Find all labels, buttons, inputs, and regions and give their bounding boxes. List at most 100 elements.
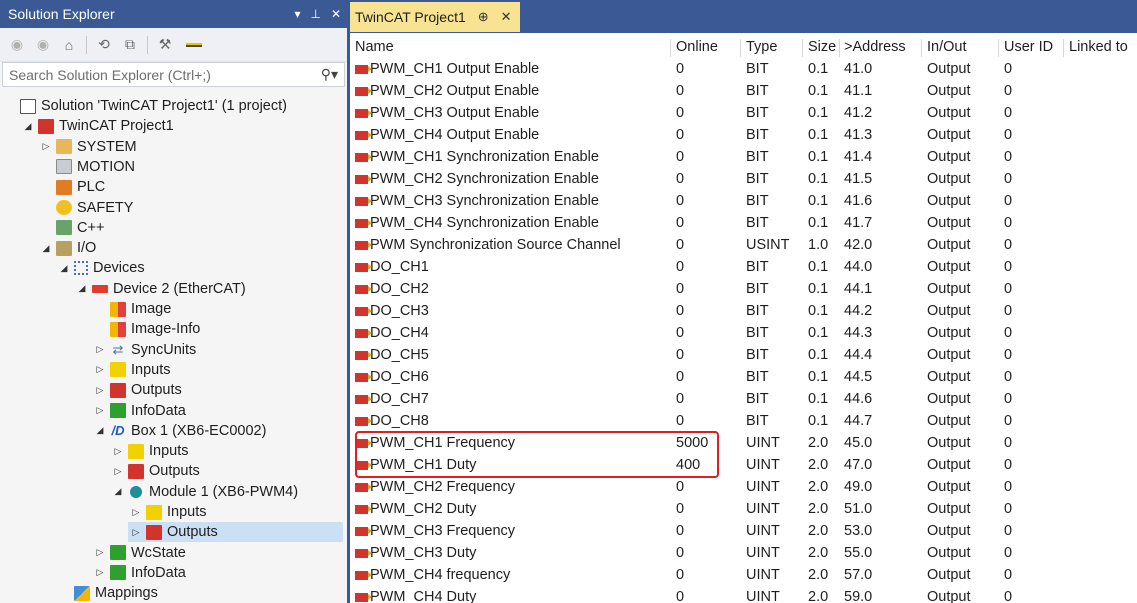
- table-row[interactable]: DO_CH1 0 BIT 0.1 44.0 Output 0: [350, 256, 1137, 278]
- tree-node[interactable]: SAFETY: [40, 198, 133, 218]
- table-row[interactable]: PWM_CH3 Output Enable 0 BIT 0.1 41.2 Output 0: [350, 102, 1137, 124]
- table-row[interactable]: PWM_CH2 Duty 0 UINT 2.0 51.0 Output 0: [350, 498, 1137, 520]
- tree-node[interactable]: ◢ Module 1 (XB6-PWM4): [112, 482, 299, 502]
- collapse-icon[interactable]: ⧉: [121, 36, 139, 53]
- back-icon[interactable]: ◉: [8, 36, 26, 53]
- tree-node[interactable]: ◢ TwinCAT Project1: [22, 116, 174, 136]
- expand-arrow-icon[interactable]: ▷: [40, 141, 52, 152]
- expand-arrow-icon[interactable]: ▷: [130, 527, 142, 538]
- tree-node[interactable]: Image-Info: [94, 319, 200, 339]
- tree-node[interactable]: Image: [94, 299, 171, 319]
- column-header-type[interactable]: Type: [746, 36, 777, 58]
- expand-arrow-icon[interactable]: ▷: [94, 385, 106, 396]
- tab-close-icon[interactable]: ✕: [501, 9, 512, 25]
- table-row[interactable]: DO_CH6 0 BIT 0.1 44.5 Output 0: [350, 366, 1137, 388]
- tree-node[interactable]: ▷ Inputs: [94, 360, 171, 380]
- tree-node[interactable]: ▷ InfoData: [94, 563, 186, 583]
- expand-arrow-icon[interactable]: ▷: [94, 405, 106, 416]
- table-row[interactable]: PWM_CH4 Output Enable 0 BIT 0.1 41.3 Output 0: [350, 124, 1137, 146]
- cell-size: 0.1: [808, 259, 829, 275]
- column-header-inout[interactable]: In/Out: [927, 36, 967, 58]
- expand-arrow-icon[interactable]: ▷: [94, 547, 106, 558]
- search-icon[interactable]: ⚲▾: [321, 66, 338, 83]
- tree-node[interactable]: ▷ InfoData: [94, 401, 186, 421]
- tree-node[interactable]: ◢ Devices: [58, 258, 145, 278]
- table-row[interactable]: DO_CH2 0 BIT 0.1 44.1 Output 0: [350, 278, 1137, 300]
- collapse-arrow-icon[interactable]: ◢: [94, 425, 106, 436]
- tree-node[interactable]: C++: [40, 218, 104, 238]
- history-icon[interactable]: ⟲: [95, 36, 113, 53]
- expand-arrow-icon[interactable]: ▷: [130, 507, 142, 518]
- table-row[interactable]: DO_CH7 0 BIT 0.1 44.6 Output 0: [350, 388, 1137, 410]
- column-header-userid[interactable]: User ID: [1004, 36, 1053, 58]
- table-row[interactable]: PWM_CH1 Duty 400 UINT 2.0 47.0 Output 0: [350, 454, 1137, 476]
- tree-node[interactable]: ◢ Device 2 (EtherCAT): [76, 279, 246, 299]
- tab-twincat-project1[interactable]: TwinCAT Project1 ⊕ ✕: [350, 2, 520, 32]
- table-row[interactable]: PWM Synchronization Source Channel 0 USINT…: [350, 234, 1137, 256]
- cpp-icon: [56, 220, 72, 236]
- tab-pin-icon[interactable]: ⊕: [478, 9, 489, 25]
- forward-icon[interactable]: ◉: [34, 36, 52, 53]
- home-icon[interactable]: ⌂: [60, 37, 78, 53]
- table-row[interactable]: PWM_CH1 Frequency 5000 UINT 2.0 45.0 Output 0: [350, 432, 1137, 454]
- tree-node[interactable]: ▷ Outputs: [112, 461, 200, 481]
- table-row[interactable]: PWM_CH2 Synchronization Enable 0 BIT 0.1 41.…: [350, 168, 1137, 190]
- column-header-online[interactable]: Online: [676, 36, 718, 58]
- tree-node[interactable]: PLC: [40, 177, 105, 197]
- cell-name: PWM_CH1 Duty: [355, 454, 476, 476]
- cell-inout: Output: [927, 171, 971, 187]
- expand-arrow-icon[interactable]: ▷: [94, 364, 106, 375]
- table-row[interactable]: PWM_CH2 Output Enable 0 BIT 0.1 41.1 Output 0: [350, 80, 1137, 102]
- table-row[interactable]: PWM_CH3 Synchronization Enable 0 BIT 0.1 41.…: [350, 190, 1137, 212]
- tree-node[interactable]: ▷ Inputs: [130, 502, 207, 522]
- tree-node[interactable]: ▷ Inputs: [112, 441, 189, 461]
- table-row[interactable]: PWM_CH3 Duty 0 UINT 2.0 55.0 Output 0: [350, 542, 1137, 564]
- expand-arrow-icon[interactable]: ▷: [112, 446, 124, 457]
- mappings-icon: [74, 585, 90, 601]
- column-header-size[interactable]: Size: [808, 36, 836, 58]
- table-row[interactable]: DO_CH4 0 BIT 0.1 44.3 Output 0: [350, 322, 1137, 344]
- close-icon[interactable]: ✕: [331, 7, 341, 21]
- table-row[interactable]: PWM_CH2 Frequency 0 UINT 2.0 49.0 Output 0: [350, 476, 1137, 498]
- collapse-arrow-icon[interactable]: ◢: [76, 283, 88, 294]
- cell-userid: 0: [1004, 281, 1013, 297]
- expand-arrow-icon[interactable]: ▷: [94, 344, 106, 355]
- table-row[interactable]: PWM_CH4 Synchronization Enable 0 BIT 0.1 41.…: [350, 212, 1137, 234]
- search-input[interactable]: Search Solution Explorer (Ctrl+;) ⚲▾: [2, 62, 345, 87]
- collapse-arrow-icon[interactable]: ◢: [22, 121, 34, 132]
- column-header-address[interactable]: >Address: [844, 36, 906, 58]
- collapse-arrow-icon[interactable]: ◢: [40, 243, 52, 254]
- tree-node[interactable]: ◢ /D Box 1 (XB6-EC0002): [94, 421, 267, 441]
- tree-node[interactable]: ◢ I/O: [40, 238, 97, 258]
- pin-icon[interactable]: ⊥: [310, 7, 320, 21]
- table-row[interactable]: PWM_CH1 Output Enable 0 BIT 0.1 41.0 Output 0: [350, 58, 1137, 80]
- cell-inout: Output: [927, 369, 971, 385]
- table-row[interactable]: PWM_CH4 Duty 0 UINT 2.0 59.0 Output 0: [350, 586, 1137, 603]
- expand-arrow-icon[interactable]: ▷: [112, 466, 124, 477]
- output-variable-icon: [355, 571, 372, 580]
- tree-node[interactable]: Solution 'TwinCAT Project1' (1 project): [4, 96, 287, 116]
- tree-node-label: Inputs: [131, 361, 171, 378]
- collapse-arrow-icon[interactable]: ◢: [112, 486, 124, 497]
- tree-node[interactable]: ▷ WcState: [94, 543, 186, 563]
- table-row[interactable]: DO_CH5 0 BIT 0.1 44.4 Output 0: [350, 344, 1137, 366]
- tree-node[interactable]: ▷ Outputs: [94, 380, 182, 400]
- tree-node[interactable]: MOTION: [40, 157, 135, 177]
- preview-icon[interactable]: [182, 35, 206, 55]
- tree-node[interactable]: ▷ Outputs: [128, 522, 343, 543]
- table-row[interactable]: DO_CH8 0 BIT 0.1 44.7 Output 0: [350, 410, 1137, 432]
- dropdown-icon[interactable]: ▾: [294, 7, 300, 21]
- expand-arrow-icon[interactable]: ▷: [94, 567, 106, 578]
- table-row[interactable]: PWM_CH1 Synchronization Enable 0 BIT 0.1 41.…: [350, 146, 1137, 168]
- table-row[interactable]: DO_CH3 0 BIT 0.1 44.2 Output 0: [350, 300, 1137, 322]
- tree-node[interactable]: ▷ SYSTEM: [40, 137, 137, 157]
- collapse-arrow-icon[interactable]: ◢: [58, 263, 70, 274]
- column-header-name[interactable]: Name: [355, 36, 394, 58]
- table-row[interactable]: PWM_CH3 Frequency 0 UINT 2.0 53.0 Output 0: [350, 520, 1137, 542]
- tree-node[interactable]: ▷ ⇄ SyncUnits: [94, 340, 197, 360]
- tree-node[interactable]: Mappings: [58, 583, 158, 603]
- cell-name: DO_CH3: [355, 300, 429, 322]
- column-header-linked-to[interactable]: Linked to: [1069, 36, 1128, 58]
- properties-icon[interactable]: ⚒: [156, 36, 174, 53]
- table-row[interactable]: PWM_CH4 frequency 0 UINT 2.0 57.0 Output 0: [350, 564, 1137, 586]
